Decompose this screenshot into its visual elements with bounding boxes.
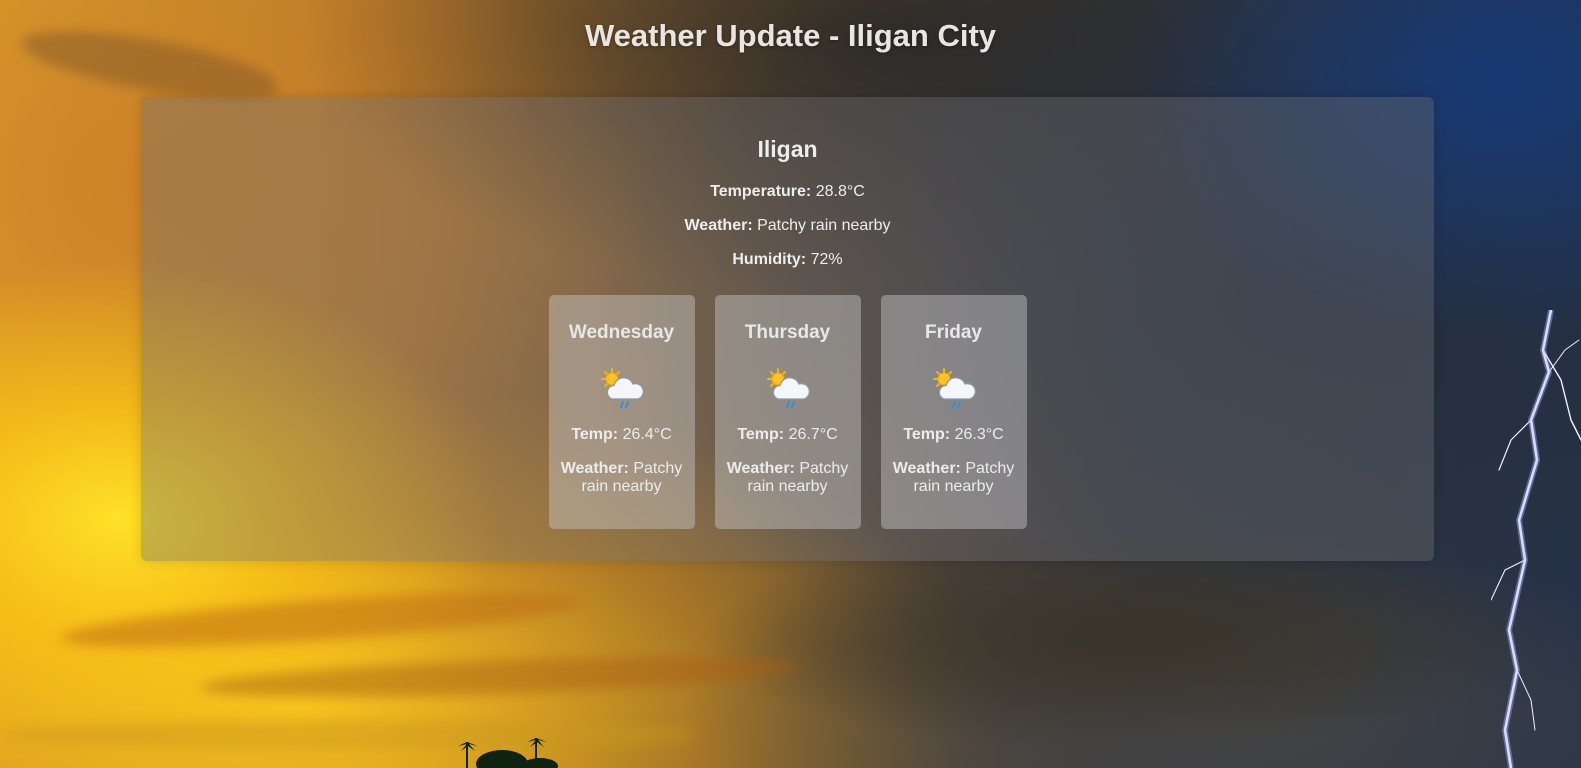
temp-label: Temp: — [903, 426, 951, 443]
weather-label: Weather: — [560, 460, 629, 477]
forecast-list: Wednesday Temp: 26.4°C Weather: Patchy r… — [141, 295, 1434, 529]
palm-trees-silhouette — [458, 738, 558, 768]
temp-label: Temp: — [571, 426, 619, 443]
weather-label: Weather: — [892, 460, 961, 477]
cloud-streak — [199, 649, 801, 705]
weather-label: Weather: — [684, 217, 753, 234]
humidity-label: Humidity: — [732, 251, 807, 268]
forecast-day: Thursday — [744, 322, 831, 343]
forecast-temp: Temp: 26.3°C — [881, 426, 1027, 444]
weather-panel: Iligan Temperature: 28.8°C Weather: Patc… — [141, 97, 1434, 561]
current-humidity: Humidity: 72% — [141, 251, 1434, 269]
temp-value: 26.3°C — [954, 426, 1004, 443]
temp-label: Temp: — [737, 426, 785, 443]
forecast-weather: Weather: Patchy rain nearby — [889, 460, 1019, 496]
patchy-rain-icon — [766, 368, 810, 408]
forecast-weather: Weather: Patchy rain nearby — [557, 460, 687, 496]
cloud-streak — [59, 581, 581, 659]
patchy-rain-icon — [600, 368, 644, 408]
current-temperature: Temperature: 28.8°C — [141, 183, 1434, 201]
weather-value: Patchy rain nearby — [757, 217, 891, 234]
forecast-day: Friday — [924, 322, 983, 343]
temperature-value: 28.8°C — [815, 183, 865, 200]
temperature-label: Temperature: — [710, 183, 812, 200]
weather-label: Weather: — [726, 460, 795, 477]
forecast-temp: Temp: 26.4°C — [549, 426, 695, 444]
cloud-streak — [0, 720, 700, 750]
lightning-bolt — [1491, 310, 1581, 768]
forecast-day: Wednesday — [568, 322, 675, 343]
forecast-card-thursday: Thursday Temp: 26.7°C Weather: Patchy ra… — [714, 295, 861, 529]
temp-value: 26.7°C — [788, 426, 838, 443]
forecast-card-friday: Friday Temp: 26.3°C Weather: Patchy rain… — [880, 295, 1027, 529]
current-weather: Weather: Patchy rain nearby — [141, 217, 1434, 235]
forecast-temp: Temp: 26.7°C — [715, 426, 861, 444]
page-title: Weather Update - Iligan City — [584, 18, 997, 53]
city-name: Iligan — [757, 136, 818, 162]
temp-value: 26.4°C — [622, 426, 672, 443]
patchy-rain-icon — [932, 368, 976, 408]
forecast-weather: Weather: Patchy rain nearby — [723, 460, 853, 496]
forecast-card-wednesday: Wednesday Temp: 26.4°C Weather: Patchy r… — [548, 295, 695, 529]
humidity-value: 72% — [810, 251, 843, 268]
